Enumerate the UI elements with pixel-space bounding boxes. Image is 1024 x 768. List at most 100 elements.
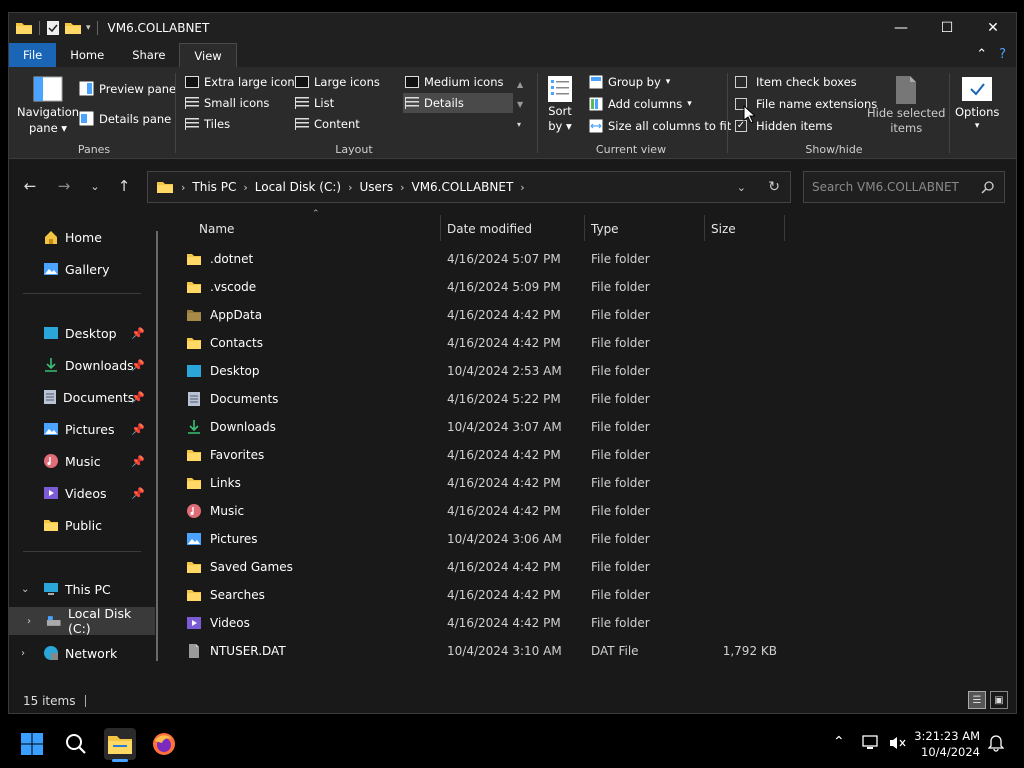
- chevron-right-icon[interactable]: ›: [520, 181, 524, 194]
- item-check-boxes-checkbox[interactable]: [735, 76, 747, 88]
- nav-item-this-pc[interactable]: ⌄ This PC: [9, 575, 155, 603]
- pin-icon[interactable]: 📌: [131, 391, 145, 404]
- file-name-cell[interactable]: Desktop: [185, 357, 260, 385]
- chevron-up-icon[interactable]: ⌃: [976, 47, 987, 62]
- tab-home[interactable]: Home: [56, 43, 118, 67]
- column-header-size[interactable]: Size: [711, 215, 736, 243]
- details-pane-button[interactable]: Details pane: [79, 111, 171, 126]
- address-bar[interactable]: › This PC › Local Disk (C:) › Users › VM…: [147, 171, 791, 203]
- file-name-cell[interactable]: Links: [185, 469, 241, 497]
- start-button[interactable]: [16, 728, 48, 760]
- up-button[interactable]: ↑: [113, 173, 135, 199]
- file-name-cell[interactable]: Videos: [185, 609, 250, 637]
- file-name-cell[interactable]: Downloads: [185, 413, 276, 441]
- tab-share[interactable]: Share: [118, 43, 179, 67]
- file-name-cell[interactable]: .dotnet: [185, 245, 253, 273]
- chevron-right-icon[interactable]: ›: [243, 181, 247, 194]
- volume-muted-icon[interactable]: [888, 735, 906, 751]
- customize-qat-icon[interactable]: ▾: [86, 23, 91, 33]
- help-icon[interactable]: ?: [999, 47, 1006, 62]
- recent-locations-button[interactable]: ⌄: [84, 173, 106, 199]
- file-row[interactable]: Favorites 4/16/2024 4:42 PM File folder: [177, 441, 797, 469]
- file-row[interactable]: Desktop 10/4/2024 2:53 AM File folder: [177, 357, 797, 385]
- chevron-right-icon[interactable]: ›: [181, 181, 185, 194]
- file-name-cell[interactable]: AppData: [185, 301, 262, 329]
- network-status-icon[interactable]: [862, 735, 880, 751]
- column-divider[interactable]: [440, 215, 441, 241]
- column-header-date[interactable]: Date modified: [447, 215, 532, 243]
- notifications-bell-icon[interactable]: [988, 734, 1004, 752]
- extra-large-icons-button[interactable]: Extra large icons: [185, 75, 301, 89]
- chevron-right-icon[interactable]: ›: [400, 181, 404, 194]
- nav-scrollbar[interactable]: [156, 231, 158, 661]
- nav-item-local-disk[interactable]: › Local Disk (C:): [9, 606, 155, 636]
- refresh-icon[interactable]: ↻: [768, 179, 780, 195]
- large-icons-button[interactable]: Large icons: [295, 75, 380, 89]
- small-icons-button[interactable]: Small icons: [185, 96, 269, 110]
- column-header-name[interactable]: Name: [199, 215, 234, 243]
- file-name-cell[interactable]: Saved Games: [185, 553, 293, 581]
- chevron-down-icon[interactable]: ⌄: [21, 584, 37, 595]
- chevron-right-icon[interactable]: ›: [27, 616, 42, 627]
- pin-icon[interactable]: 📌: [131, 487, 145, 500]
- hide-selected-items-button[interactable]: Hide selected items: [867, 75, 945, 135]
- size-all-columns-button[interactable]: Size all columns to fit: [589, 119, 731, 133]
- nav-item-gallery[interactable]: Gallery: [9, 255, 155, 283]
- file-name-cell[interactable]: Contacts: [185, 329, 263, 357]
- column-divider[interactable]: [784, 215, 785, 241]
- nav-item-music[interactable]: Music 📌: [9, 447, 155, 475]
- medium-icons-button[interactable]: Medium icons: [405, 75, 503, 89]
- file-row[interactable]: NTUSER.DAT 10/4/2024 3:10 AM DAT File 1,792…: [177, 637, 797, 665]
- column-header-type[interactable]: Type: [591, 215, 619, 243]
- address-history-chevron-icon[interactable]: ⌄: [737, 181, 746, 194]
- file-row[interactable]: .dotnet 4/16/2024 5:07 PM File folder: [177, 245, 797, 273]
- options-button[interactable]: Options ▾: [955, 75, 999, 131]
- file-name-cell[interactable]: Searches: [185, 581, 265, 609]
- group-by-button[interactable]: Group by ▾: [589, 75, 670, 89]
- properties-icon[interactable]: [46, 20, 60, 36]
- search-button[interactable]: [60, 728, 92, 760]
- file-row[interactable]: Documents 4/16/2024 5:22 PM File folder: [177, 385, 797, 413]
- folder-icon[interactable]: [15, 21, 33, 35]
- add-columns-button[interactable]: Add columns ▾: [589, 97, 692, 111]
- file-name-cell[interactable]: .vscode: [185, 273, 256, 301]
- nav-item-network[interactable]: › Network: [9, 639, 155, 667]
- file-row[interactable]: Music 4/16/2024 4:42 PM File folder: [177, 497, 797, 525]
- breadcrumb-users[interactable]: Users: [359, 180, 393, 194]
- nav-item-home[interactable]: Home: [9, 223, 155, 251]
- sort-by-button[interactable]: Sort by ▾: [547, 75, 573, 133]
- preview-pane-button[interactable]: Preview pane: [79, 81, 176, 96]
- file-name-cell[interactable]: Documents: [185, 385, 278, 413]
- nav-item-pictures[interactable]: Pictures 📌: [9, 415, 155, 443]
- file-row[interactable]: Contacts 4/16/2024 4:42 PM File folder: [177, 329, 797, 357]
- nav-item-videos[interactable]: Videos 📌: [9, 479, 155, 507]
- tiles-button[interactable]: Tiles: [185, 117, 230, 131]
- firefox-taskbar-button[interactable]: [148, 728, 180, 760]
- tab-file[interactable]: File: [9, 43, 57, 67]
- file-name-extensions-toggle[interactable]: File name extensions: [735, 97, 877, 111]
- details-view-button[interactable]: Details: [403, 93, 513, 113]
- column-divider[interactable]: [704, 215, 705, 241]
- breadcrumb-current[interactable]: VM6.COLLABNET: [411, 180, 513, 194]
- pin-icon[interactable]: 📌: [131, 327, 145, 340]
- new-folder-icon[interactable]: [64, 21, 82, 35]
- file-name-cell[interactable]: Favorites: [185, 441, 264, 469]
- nav-item-downloads[interactable]: Downloads 📌: [9, 351, 155, 379]
- breadcrumb-this-pc[interactable]: This PC: [192, 180, 236, 194]
- file-row[interactable]: .vscode 4/16/2024 5:09 PM File folder: [177, 273, 797, 301]
- minimize-button[interactable]: —: [878, 13, 924, 43]
- chevron-right-icon[interactable]: ›: [348, 181, 352, 194]
- tab-view[interactable]: View: [179, 43, 237, 67]
- nav-item-public[interactable]: Public: [9, 511, 155, 539]
- file-name-cell[interactable]: Pictures: [185, 525, 258, 553]
- breadcrumb-local-disk[interactable]: Local Disk (C:): [255, 180, 341, 194]
- pin-icon[interactable]: 📌: [131, 359, 145, 372]
- file-row[interactable]: Pictures 10/4/2024 3:06 AM File folder: [177, 525, 797, 553]
- pin-icon[interactable]: 📌: [131, 455, 145, 468]
- column-divider[interactable]: [584, 215, 585, 241]
- file-name-cell[interactable]: NTUSER.DAT: [185, 637, 286, 665]
- file-row[interactable]: Downloads 10/4/2024 3:07 AM File folder: [177, 413, 797, 441]
- file-name-cell[interactable]: Music: [185, 497, 244, 525]
- file-row[interactable]: Searches 4/16/2024 4:42 PM File folder: [177, 581, 797, 609]
- large-icons-view-icon[interactable]: ▣: [990, 691, 1008, 709]
